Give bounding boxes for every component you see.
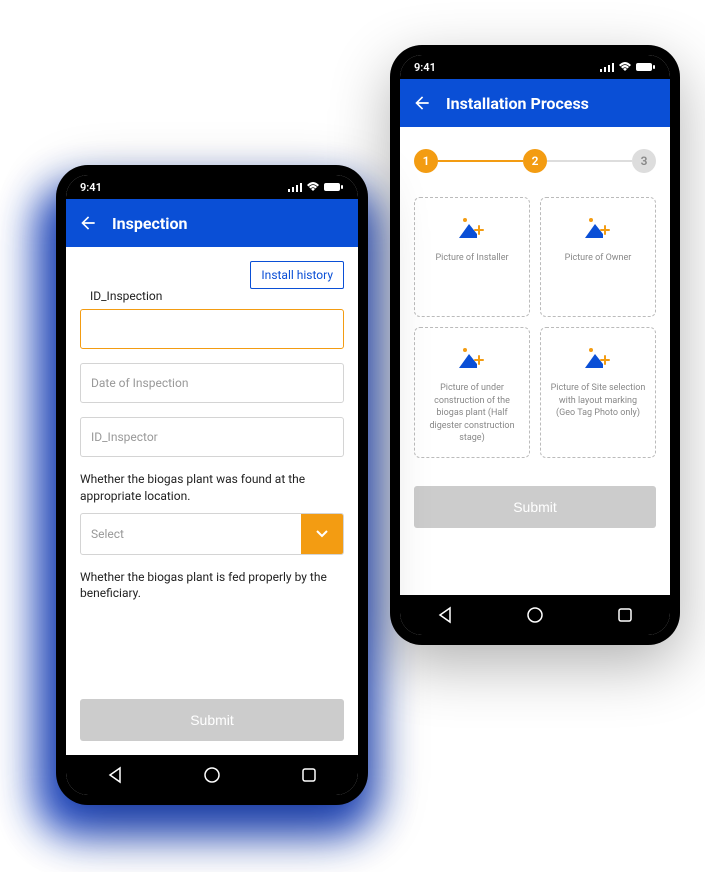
question-fed: Whether the biogas plant is fed properly… [80,569,344,603]
back-icon[interactable] [78,213,98,233]
phone-installation: 9:41 Installation Process 1 2 3 P [390,45,680,645]
statusbar-time: 9:41 [414,61,436,74]
battery-icon [636,62,656,72]
upload-owner[interactable]: Picture of Owner [540,197,656,317]
upload-caption: Picture of Owner [565,252,632,265]
android-navbar [66,755,358,795]
page-title: Inspection [112,214,188,233]
upload-site[interactable]: Picture of Site selection with layout ma… [540,327,656,458]
statusbar: 9:41 [400,55,670,79]
chevron-down-icon [301,514,343,554]
step-3[interactable]: 3 [632,149,656,173]
screen-inspection: 9:41 Inspection Install history ID_Inspe… [66,175,358,795]
nav-back-icon[interactable] [106,766,124,784]
nav-back-icon[interactable] [436,606,454,624]
statusbar-icons [600,62,656,72]
step-1[interactable]: 1 [414,149,438,173]
image-add-icon [459,216,485,238]
wifi-icon [618,62,632,72]
content-installation: 1 2 3 Picture of Installer Picture of Ow… [400,127,670,595]
stepper: 1 2 3 [414,149,656,173]
nav-recent-icon[interactable] [300,766,318,784]
nav-recent-icon[interactable] [616,606,634,624]
upload-construction[interactable]: Picture of under construction of the bio… [414,327,530,458]
android-navbar [400,595,670,635]
date-inspection-input[interactable]: Date of Inspection [80,363,344,403]
step-line-1-2 [438,160,523,162]
phone-inspection: 9:41 Inspection Install history ID_Inspe… [56,165,368,805]
submit-button[interactable]: Submit [80,699,344,741]
appbar-installation: Installation Process [400,79,670,127]
appbar-inspection: Inspection [66,199,358,247]
id-inspector-input[interactable]: ID_Inspector [80,417,344,457]
nav-home-icon[interactable] [203,766,221,784]
image-add-icon [459,346,485,368]
date-placeholder: Date of Inspection [91,376,188,390]
statusbar-time: 9:41 [80,181,102,194]
battery-icon [324,182,344,192]
back-icon[interactable] [412,93,432,113]
signal-icon [600,62,614,72]
statusbar-icons [288,182,344,192]
page-title: Installation Process [446,94,589,113]
image-add-icon [585,216,611,238]
install-history-button[interactable]: Install history [250,261,344,289]
screen-installation: 9:41 Installation Process 1 2 3 P [400,55,670,635]
step-line-2-3 [547,160,632,162]
id-inspection-label: ID_Inspection [90,289,344,303]
content-inspection: Install history ID_Inspection Date of In… [66,247,358,755]
inspector-placeholder: ID_Inspector [91,430,158,444]
select-location[interactable]: Select [80,513,344,555]
upload-caption: Picture of Site selection with layout ma… [549,382,647,420]
upload-grid: Picture of Installer Picture of Owner Pi… [414,197,656,458]
wifi-icon [306,182,320,192]
signal-icon [288,182,302,192]
select-placeholder: Select [81,514,301,554]
upload-installer[interactable]: Picture of Installer [414,197,530,317]
image-add-icon [585,346,611,368]
statusbar: 9:41 [66,175,358,199]
upload-caption: Picture of under construction of the bio… [423,382,521,445]
step-2[interactable]: 2 [523,149,547,173]
question-location: Whether the biogas plant was found at th… [80,471,344,505]
id-inspection-input[interactable] [80,309,344,349]
submit-button[interactable]: Submit [414,486,656,528]
upload-caption: Picture of Installer [435,252,508,265]
nav-home-icon[interactable] [526,606,544,624]
